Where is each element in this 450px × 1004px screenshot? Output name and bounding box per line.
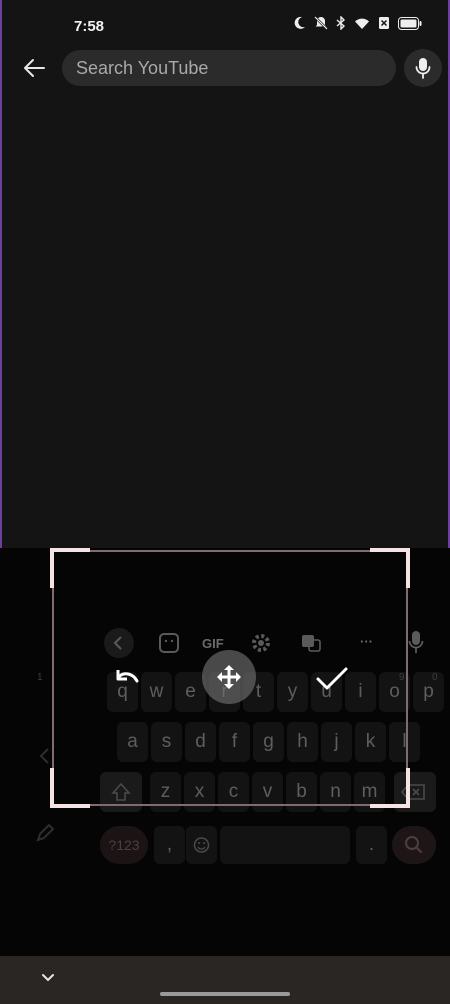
mic-icon bbox=[415, 58, 431, 79]
home-indicator[interactable] bbox=[160, 992, 290, 996]
keyboard-mic-icon[interactable] bbox=[408, 630, 424, 654]
moon-icon bbox=[294, 16, 305, 29]
move-arrows-icon bbox=[217, 665, 241, 689]
navigation-bar bbox=[0, 956, 450, 1004]
status-bar: 7:58 bbox=[0, 0, 450, 52]
bell-off-icon bbox=[314, 16, 328, 30]
emoji-icon bbox=[193, 837, 210, 853]
edit-icon bbox=[36, 823, 55, 842]
chevron-down-icon bbox=[42, 974, 54, 982]
comma-key[interactable]: , bbox=[154, 826, 185, 864]
key-number-hint: 1 bbox=[37, 672, 43, 683]
search-placeholder: Search YouTube bbox=[76, 58, 209, 78]
symbols-key[interactable]: ?123 bbox=[100, 826, 148, 864]
search-key[interactable] bbox=[392, 826, 436, 864]
no-sim-icon bbox=[379, 17, 389, 29]
undo-button[interactable] bbox=[110, 664, 142, 692]
crop-handle-bottom-left[interactable] bbox=[50, 768, 90, 808]
chevron-left-icon bbox=[39, 748, 49, 764]
search-icon bbox=[405, 836, 423, 854]
emoji-key[interactable] bbox=[186, 826, 217, 864]
undo-icon bbox=[116, 670, 139, 683]
space-key[interactable] bbox=[220, 826, 350, 864]
wifi-icon bbox=[355, 18, 369, 29]
checkmark-icon bbox=[316, 667, 348, 690]
confirm-button[interactable] bbox=[314, 664, 350, 694]
move-button[interactable] bbox=[202, 650, 256, 704]
voice-search-button[interactable] bbox=[404, 49, 442, 87]
arrow-left-icon bbox=[24, 59, 45, 77]
status-time: 7:58 bbox=[74, 18, 105, 35]
crop-handle-top-left[interactable] bbox=[50, 548, 90, 588]
battery-icon bbox=[398, 16, 422, 30]
bluetooth-icon bbox=[336, 16, 346, 30]
period-key[interactable]: . bbox=[356, 826, 387, 864]
hide-keyboard-button[interactable] bbox=[38, 970, 58, 986]
key-p[interactable]: p bbox=[413, 672, 444, 712]
crop-handle-bottom-right[interactable] bbox=[370, 768, 410, 808]
search-input[interactable]: Search YouTube bbox=[62, 50, 396, 86]
key-number-hint: 0 bbox=[432, 672, 438, 683]
back-button[interactable] bbox=[18, 52, 50, 84]
crop-handle-top-right[interactable] bbox=[370, 548, 410, 588]
